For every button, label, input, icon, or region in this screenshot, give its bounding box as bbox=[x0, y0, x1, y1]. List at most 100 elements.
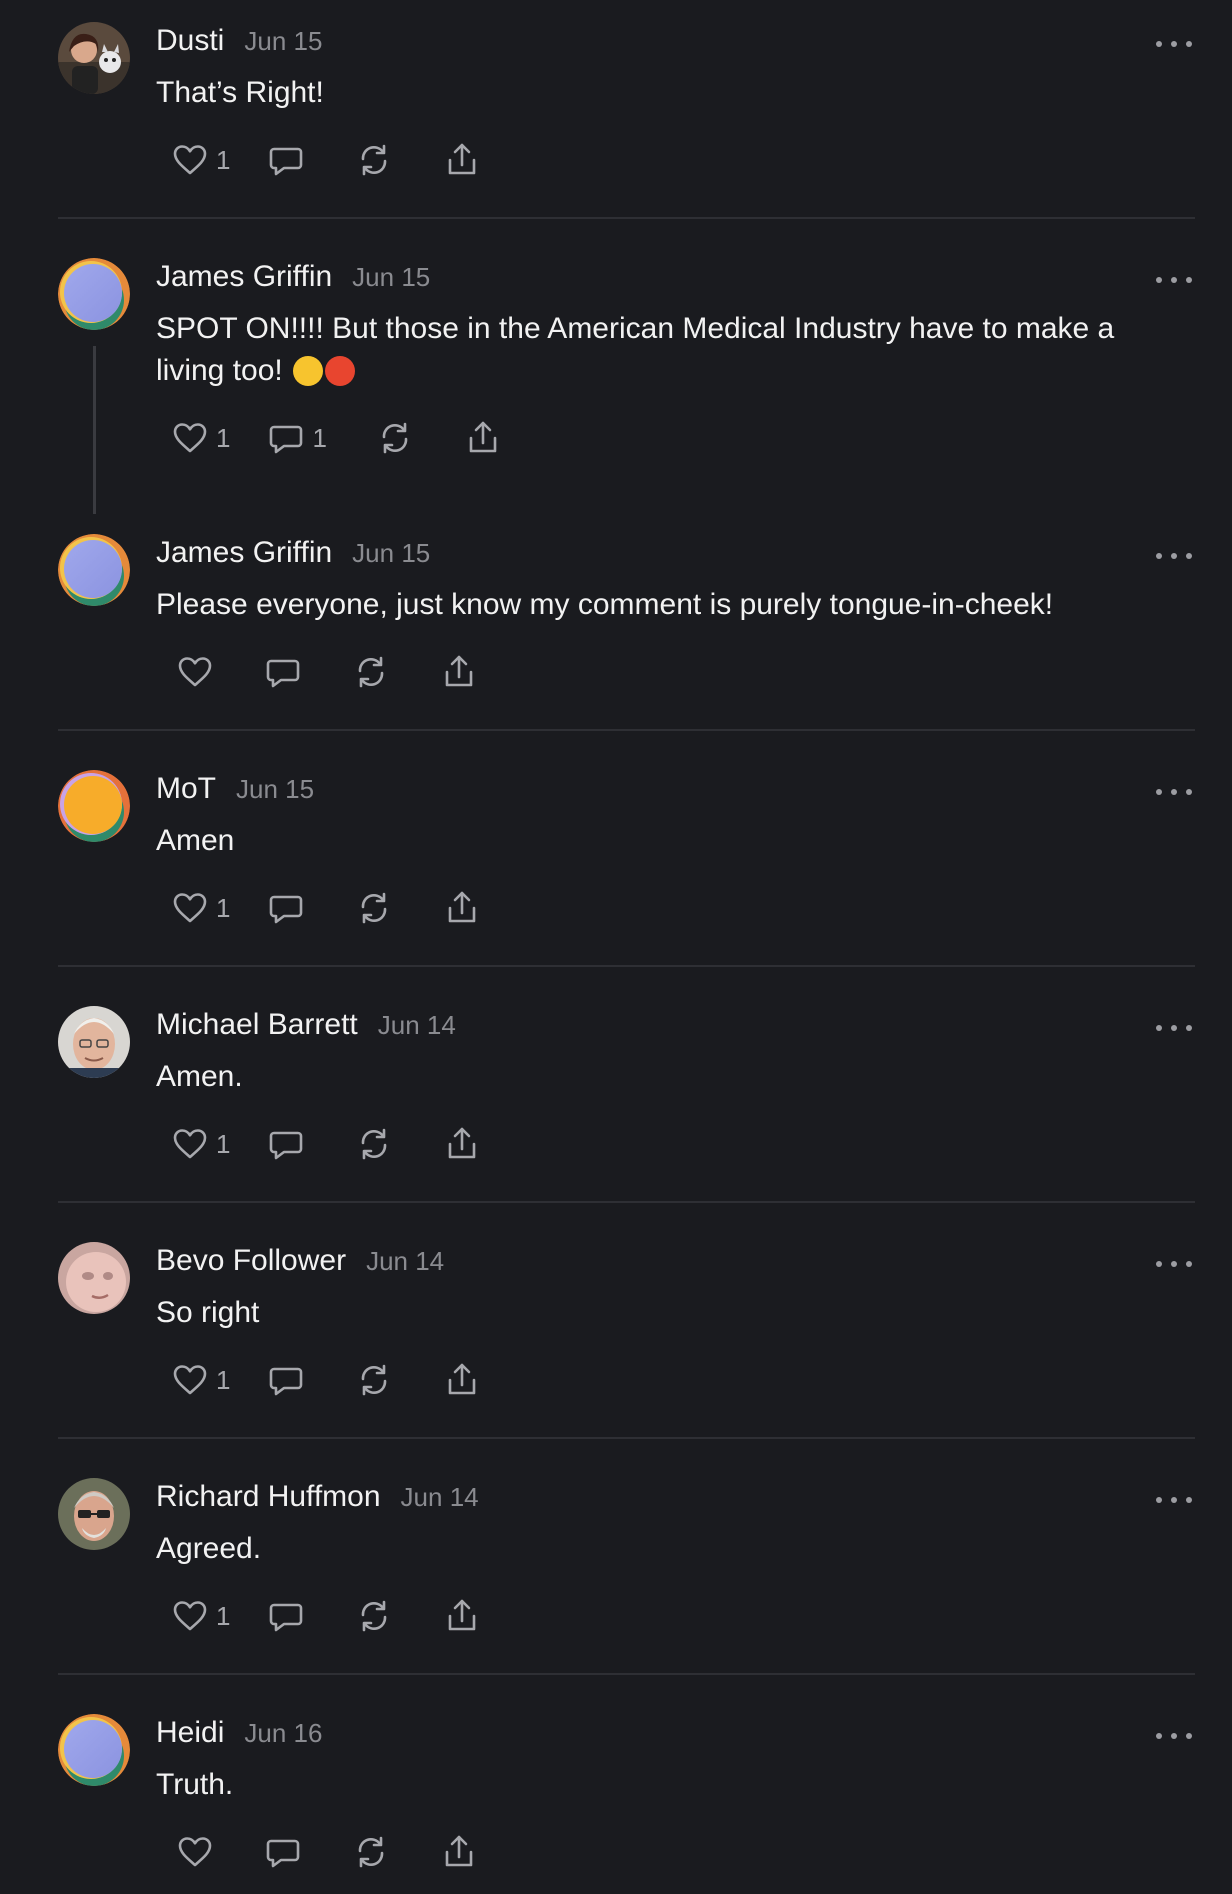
like-button[interactable]: 1 bbox=[170, 1124, 230, 1164]
author-name[interactable]: Bevo Follower bbox=[156, 1244, 346, 1278]
comment-actions: 1 bbox=[170, 1124, 522, 1164]
comment-icon bbox=[266, 1596, 306, 1636]
more-icon[interactable] bbox=[1156, 34, 1192, 54]
comment-text: SPOT ON!!!! But those in the American Me… bbox=[156, 308, 1172, 392]
comment-text: Amen bbox=[156, 824, 235, 857]
share-button[interactable] bbox=[442, 1596, 482, 1636]
comment-text: So right bbox=[156, 1296, 260, 1329]
comment-header: MoT Jun 15 bbox=[156, 772, 314, 806]
author-name[interactable]: MoT bbox=[156, 772, 216, 806]
restack-button[interactable] bbox=[354, 140, 394, 180]
divider bbox=[58, 1437, 1195, 1439]
reply-button[interactable]: 1 bbox=[266, 418, 327, 458]
comment-header: Richard Huffmon Jun 14 bbox=[156, 1480, 479, 1514]
restack-button[interactable] bbox=[354, 888, 394, 928]
share-icon bbox=[439, 652, 479, 692]
avatar[interactable] bbox=[58, 1714, 130, 1786]
author-name[interactable]: Dusti bbox=[156, 24, 224, 58]
comment-text: That’s Right! bbox=[156, 76, 324, 109]
comment-date[interactable]: Jun 15 bbox=[352, 262, 430, 293]
like-button[interactable]: 1 bbox=[170, 1596, 230, 1636]
comment-header: James Griffin Jun 15 bbox=[156, 536, 430, 570]
more-icon[interactable] bbox=[1156, 782, 1192, 802]
reply-button[interactable] bbox=[263, 1832, 303, 1872]
restack-icon bbox=[354, 140, 394, 180]
more-icon[interactable] bbox=[1156, 546, 1192, 566]
share-button[interactable] bbox=[439, 652, 479, 692]
like-button[interactable]: 1 bbox=[170, 1360, 230, 1400]
comment-icon bbox=[266, 888, 306, 928]
divider bbox=[58, 729, 1195, 731]
share-icon bbox=[442, 1596, 482, 1636]
heart-icon bbox=[175, 1832, 215, 1872]
comment-date[interactable]: Jun 14 bbox=[378, 1010, 456, 1041]
comment-icon bbox=[263, 1832, 303, 1872]
like-count: 1 bbox=[216, 892, 231, 923]
avatar[interactable] bbox=[58, 534, 130, 606]
author-name[interactable]: Richard Huffmon bbox=[156, 1480, 381, 1514]
restack-button[interactable] bbox=[375, 418, 415, 458]
share-button[interactable] bbox=[442, 1124, 482, 1164]
comment-actions: 1 bbox=[170, 888, 522, 928]
reply-button[interactable] bbox=[263, 652, 303, 692]
comment-icon bbox=[266, 140, 306, 180]
like-button[interactable]: 1 bbox=[170, 140, 230, 180]
comment-icon bbox=[263, 652, 303, 692]
more-icon[interactable] bbox=[1156, 270, 1192, 290]
avatar[interactable] bbox=[58, 22, 130, 94]
reply-button[interactable] bbox=[266, 1124, 306, 1164]
share-icon bbox=[463, 418, 503, 458]
like-count: 1 bbox=[216, 1600, 231, 1631]
comment-date[interactable]: Jun 16 bbox=[244, 1718, 322, 1749]
comment-text: Amen. bbox=[156, 1060, 243, 1093]
like-button[interactable]: 1 bbox=[170, 888, 230, 928]
restack-icon bbox=[351, 1832, 391, 1872]
share-button[interactable] bbox=[439, 1832, 479, 1872]
like-count: 1 bbox=[216, 144, 231, 175]
more-icon[interactable] bbox=[1156, 1490, 1192, 1510]
restack-button[interactable] bbox=[354, 1360, 394, 1400]
restack-icon bbox=[354, 1124, 394, 1164]
avatar[interactable] bbox=[58, 1242, 130, 1314]
reply-button[interactable] bbox=[266, 1596, 306, 1636]
restack-button[interactable] bbox=[351, 652, 391, 692]
author-name[interactable]: James Griffin bbox=[156, 536, 332, 570]
comment-date[interactable]: Jun 14 bbox=[366, 1246, 444, 1277]
comment-icon bbox=[266, 1124, 306, 1164]
share-button[interactable] bbox=[442, 888, 482, 928]
avatar[interactable] bbox=[58, 1478, 130, 1550]
comment-header: Bevo Follower Jun 14 bbox=[156, 1244, 444, 1278]
reply-count: 1 bbox=[312, 422, 327, 453]
reply-button[interactable] bbox=[266, 140, 306, 180]
like-button[interactable] bbox=[175, 1832, 215, 1872]
more-icon[interactable] bbox=[1156, 1726, 1192, 1746]
like-count: 1 bbox=[216, 1364, 231, 1395]
avatar[interactable] bbox=[58, 258, 130, 330]
author-name[interactable]: Michael Barrett bbox=[156, 1008, 358, 1042]
comment-date[interactable]: Jun 15 bbox=[244, 26, 322, 57]
share-button[interactable] bbox=[442, 1360, 482, 1400]
avatar[interactable] bbox=[58, 770, 130, 842]
comment-date[interactable]: Jun 14 bbox=[401, 1482, 479, 1513]
like-button[interactable]: 1 bbox=[170, 418, 230, 458]
heart-icon bbox=[170, 140, 210, 180]
reply-button[interactable] bbox=[266, 888, 306, 928]
restack-button[interactable] bbox=[351, 1832, 391, 1872]
more-icon[interactable] bbox=[1156, 1018, 1192, 1038]
author-name[interactable]: James Griffin bbox=[156, 260, 332, 294]
restack-button[interactable] bbox=[354, 1124, 394, 1164]
restack-button[interactable] bbox=[354, 1596, 394, 1636]
share-button[interactable] bbox=[463, 418, 503, 458]
author-name[interactable]: Heidi bbox=[156, 1716, 224, 1750]
reply-button[interactable] bbox=[266, 1360, 306, 1400]
share-button[interactable] bbox=[442, 140, 482, 180]
like-button[interactable] bbox=[175, 652, 215, 692]
like-count: 1 bbox=[216, 422, 231, 453]
comment-date[interactable]: Jun 15 bbox=[352, 538, 430, 569]
thinking-face-emoji bbox=[293, 356, 324, 386]
like-count: 1 bbox=[216, 1128, 231, 1159]
comment-date[interactable]: Jun 15 bbox=[236, 774, 314, 805]
restack-icon bbox=[375, 418, 415, 458]
avatar[interactable] bbox=[58, 1006, 130, 1078]
more-icon[interactable] bbox=[1156, 1254, 1192, 1274]
